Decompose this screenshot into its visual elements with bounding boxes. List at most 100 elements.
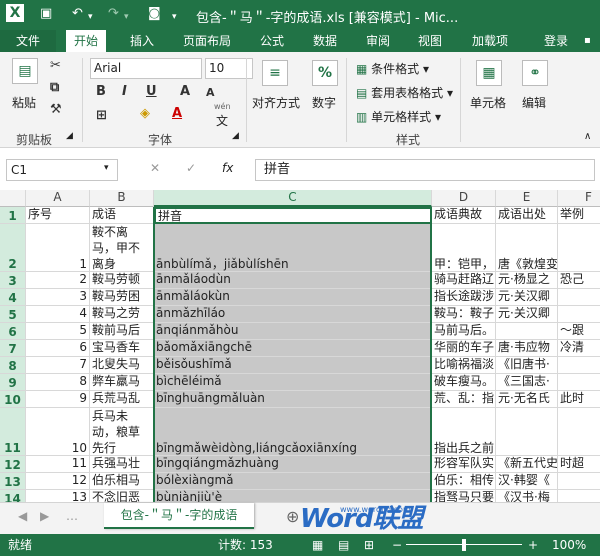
paste-button[interactable]: 粘贴 — [12, 94, 36, 111]
binoculars-icon[interactable]: ⚭ — [522, 60, 548, 86]
camera-icon[interactable]: ◙ — [148, 6, 161, 22]
table-cell[interactable]: 4 — [26, 306, 90, 323]
row-header[interactable]: 10 — [0, 391, 26, 408]
table-cell[interactable]: 时超 — [558, 456, 600, 473]
header-cell-c[interactable]: 拼音 — [154, 207, 432, 224]
clipboard-launcher-icon[interactable]: ◢ — [66, 131, 73, 141]
conditional-format-button[interactable]: ▦ 条件格式 ▾ — [356, 60, 429, 77]
table-cell[interactable]: 12 — [26, 473, 90, 490]
name-box[interactable]: C1 — [6, 159, 118, 181]
redo-dropdown-icon[interactable]: ▾ — [124, 9, 129, 25]
formula-input[interactable]: 拼音 — [255, 159, 595, 181]
table-cell[interactable]: 恐己 — [558, 272, 600, 289]
font-shrink-icon[interactable]: A — [206, 86, 215, 99]
table-cell[interactable]: ānmǎzhīláo — [154, 306, 432, 323]
table-cell[interactable]: 马前马后。 — [432, 323, 496, 340]
zoom-level[interactable]: 100% — [552, 534, 586, 556]
table-cell[interactable]: 元·关汉卿 — [496, 306, 558, 323]
table-cell[interactable]: 不念旧恶 — [90, 490, 154, 502]
table-cell[interactable]: 11 — [26, 456, 90, 473]
tab-home[interactable]: 开始 — [66, 30, 107, 52]
font-name-select[interactable]: Arial — [90, 58, 202, 79]
table-cell[interactable]: 冷清 — [558, 340, 600, 357]
table-cell[interactable] — [558, 357, 600, 374]
table-cell[interactable]: 9 — [26, 391, 90, 408]
table-cell[interactable]: 唐·韦应物 — [496, 340, 558, 357]
table-cell[interactable]: 指驽马只要 — [432, 490, 496, 502]
column-header-d[interactable]: D — [432, 190, 496, 207]
cancel-icon[interactable]: ✕ — [150, 161, 160, 175]
tab-data[interactable]: 数据 — [313, 33, 337, 49]
table-cell[interactable]: 形容军队实 — [432, 456, 496, 473]
table-cell[interactable]: 伯乐相马 — [90, 473, 154, 490]
table-cell[interactable]: ānqiánmǎhòu — [154, 323, 432, 340]
table-cell[interactable]: 甲：铠甲， — [432, 224, 496, 272]
tab-formulas[interactable]: 公式 — [260, 33, 284, 49]
select-all-corner[interactable] — [0, 190, 26, 207]
collapse-ribbon-icon[interactable]: ∧ — [584, 131, 591, 142]
table-cell[interactable]: 骑马赶路辽 — [432, 272, 496, 289]
table-cell[interactable]: běisǒushīmǎ — [154, 357, 432, 374]
bold-button[interactable]: B — [96, 84, 106, 99]
table-cell[interactable] — [558, 408, 600, 456]
cut-icon[interactable]: ✂ — [50, 58, 61, 73]
table-cell[interactable]: 10 — [26, 408, 90, 456]
copy-icon[interactable]: ⧉ — [50, 80, 59, 95]
header-cell-b[interactable]: 成语 — [90, 207, 154, 224]
sign-in-link[interactable]: 登录 — [544, 33, 568, 49]
table-cell[interactable]: 2 — [26, 272, 90, 289]
row-header[interactable]: 6 — [0, 323, 26, 340]
number-button[interactable]: 数字 — [312, 94, 336, 111]
add-sheet-icon[interactable]: ⊕ — [286, 507, 299, 526]
normal-view-icon[interactable]: ▦ — [312, 534, 323, 556]
table-cell[interactable]: 宝马香车 — [90, 340, 154, 357]
table-cell[interactable]: 1 — [26, 224, 90, 272]
table-cell[interactable]: 指出兵之前 — [432, 408, 496, 456]
table-cell[interactable]: ānmǎláodùn — [154, 272, 432, 289]
column-header-e[interactable]: E — [496, 190, 558, 207]
fill-color-icon[interactable]: ◈ — [140, 106, 150, 121]
table-cell[interactable]: 元·杨显之 — [496, 272, 558, 289]
row-header[interactable]: 4 — [0, 289, 26, 306]
row-header[interactable]: 5 — [0, 306, 26, 323]
header-cell-d[interactable]: 成语典故 — [432, 207, 496, 224]
table-cell[interactable] — [558, 473, 600, 490]
border-icon[interactable]: ⊞ — [96, 108, 107, 123]
row-header[interactable]: 13 — [0, 473, 26, 490]
table-cell[interactable] — [558, 306, 600, 323]
table-cell[interactable]: 弊车羸马 — [90, 374, 154, 391]
row-header[interactable]: 14 — [0, 490, 26, 502]
zoom-slider-thumb[interactable] — [462, 539, 466, 551]
customize-qat-icon[interactable]: ▾ — [172, 9, 177, 25]
table-cell[interactable]: 伯乐：相传 — [432, 473, 496, 490]
enter-icon[interactable]: ✓ — [186, 161, 196, 175]
table-cell[interactable]: 此时 — [558, 391, 600, 408]
table-cell[interactable]: ānbùlímǎ，jiǎbùlíshēn — [154, 224, 432, 272]
table-cell[interactable]: 《新五代史 — [496, 456, 558, 473]
table-cell[interactable]: ～跟 — [558, 323, 600, 340]
percent-icon[interactable]: % — [312, 60, 338, 86]
page-layout-view-icon[interactable]: ▤ — [338, 534, 349, 556]
table-cell[interactable]: 《三国志· — [496, 374, 558, 391]
table-cell[interactable]: 兵马未 动，粮草 先行 — [90, 408, 154, 456]
table-cell[interactable]: 5 — [26, 323, 90, 340]
more-sheets-icon[interactable]: … — [66, 509, 78, 523]
table-cell[interactable]: 华丽的车子 — [432, 340, 496, 357]
table-cell[interactable]: 13 — [26, 490, 90, 502]
table-cell[interactable]: 鞍马劳顿 — [90, 272, 154, 289]
user-icon[interactable]: ▪ — [584, 33, 591, 49]
table-format-button[interactable]: ▤ 套用表格格式 ▾ — [356, 84, 453, 101]
worksheet-grid[interactable]: A B C D E F 1 序号 成语 拼音 成语典故 成语出处 举例 2 1 鞍不离 马，甲不 离身 ānbùlí… — [0, 190, 600, 502]
table-cell[interactable]: bīngmǎwèidòng,liángcǎoxiānxíng — [154, 408, 432, 456]
font-color-icon[interactable]: A — [172, 106, 182, 121]
font-launcher-icon[interactable]: ◢ — [232, 131, 239, 141]
table-cell[interactable]: 《汉书·梅 — [496, 490, 558, 502]
table-cell[interactable]: 8 — [26, 374, 90, 391]
table-cell[interactable]: 鞍前马后 — [90, 323, 154, 340]
table-cell[interactable]: 元·无名氏 — [496, 391, 558, 408]
table-cell[interactable]: 《旧唐书· — [496, 357, 558, 374]
column-header-c[interactable]: C — [154, 190, 432, 207]
next-sheet-icon[interactable]: ▶ — [40, 509, 49, 523]
header-cell-f[interactable]: 举例 — [558, 207, 600, 224]
column-header-b[interactable]: B — [90, 190, 154, 207]
